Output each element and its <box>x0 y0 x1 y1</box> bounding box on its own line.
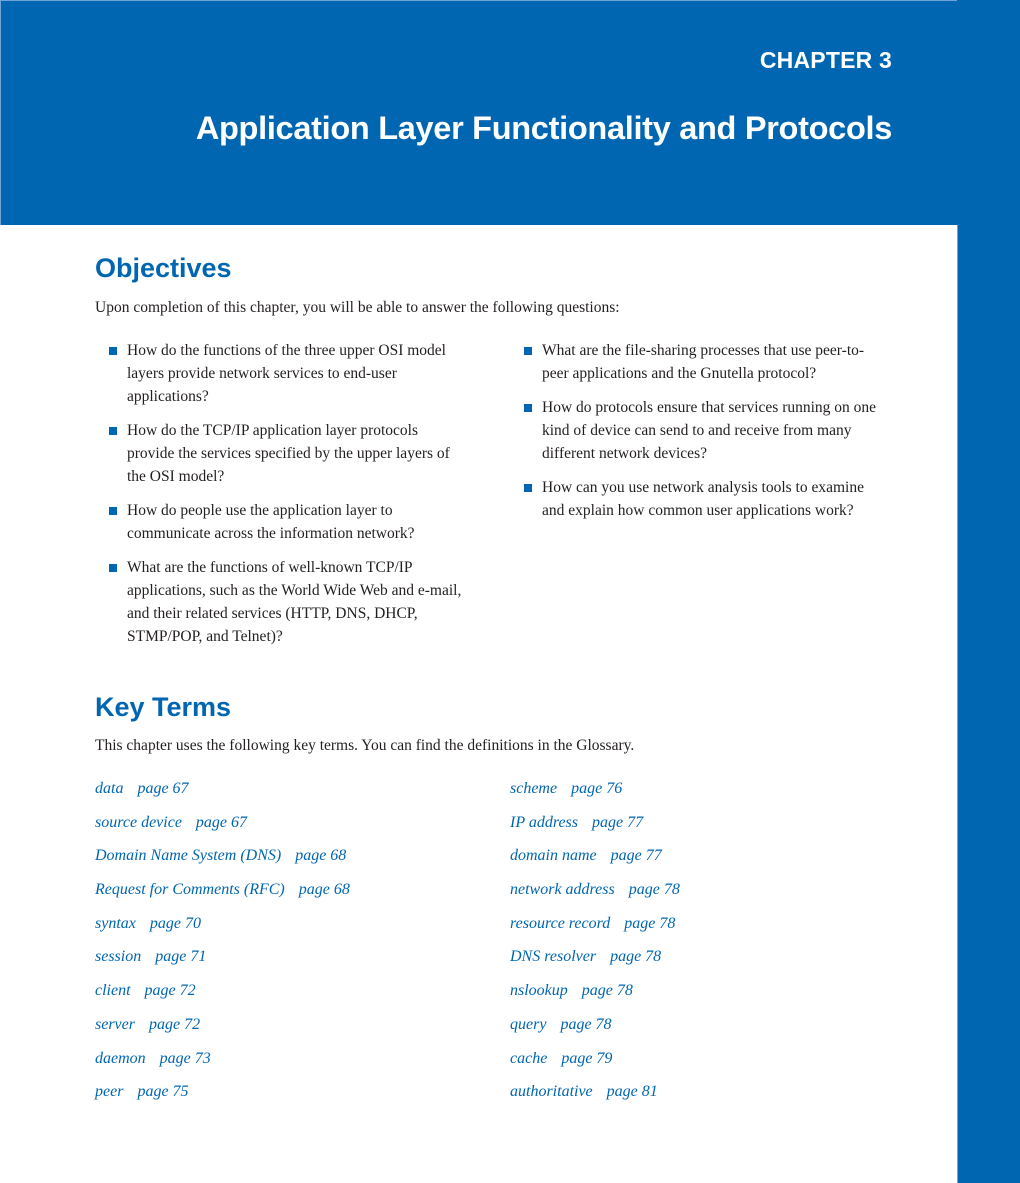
key-term-entry[interactable]: IP address page 77 <box>510 814 680 848</box>
key-term-entry[interactable]: Request for Comments (RFC) page 68 <box>95 881 350 915</box>
key-term-page[interactable]: page 71 <box>155 948 206 965</box>
key-term-name[interactable]: cache <box>510 1050 547 1067</box>
key-term-name[interactable]: IP address <box>510 814 578 831</box>
key-term-entry[interactable]: server page 72 <box>95 1016 350 1050</box>
square-bullet-icon <box>524 484 532 492</box>
key-term-page[interactable]: page 79 <box>561 1050 612 1067</box>
square-bullet-icon <box>109 347 117 355</box>
key-terms-intro: This chapter uses the following key term… <box>95 737 635 754</box>
square-bullet-icon <box>109 507 117 515</box>
objective-text: What are the functions of well-known TCP… <box>127 559 462 645</box>
key-term-page[interactable]: page 67 <box>137 780 188 797</box>
objectives-left-column: How do the functions of the three upper … <box>109 339 469 659</box>
key-term-page[interactable]: page 78 <box>624 915 675 932</box>
key-terms-right-column: scheme page 76 IP address page 77 domain n… <box>510 780 680 1117</box>
key-term-name[interactable]: peer <box>95 1083 123 1100</box>
key-term-page[interactable]: page 78 <box>610 948 661 965</box>
key-term-page[interactable]: page 73 <box>160 1050 211 1067</box>
objective-item: How do the functions of the three upper … <box>109 339 469 408</box>
key-term-page[interactable]: page 68 <box>299 881 350 898</box>
chapter-label: CHAPTER 3 <box>759 47 892 73</box>
key-term-name[interactable]: authoritative <box>510 1083 593 1100</box>
key-term-page[interactable]: page 76 <box>571 780 622 797</box>
key-term-name[interactable]: network address <box>510 881 615 898</box>
key-term-page[interactable]: page 72 <box>149 1016 200 1033</box>
key-term-entry[interactable]: daemon page 73 <box>95 1050 350 1084</box>
key-term-name[interactable]: nslookup <box>510 982 568 999</box>
side-stripe-top <box>957 0 1020 225</box>
key-term-name[interactable]: client <box>95 982 131 999</box>
objective-item: What are the functions of well-known TCP… <box>109 556 469 648</box>
square-bullet-icon <box>524 404 532 412</box>
key-term-name[interactable]: syntax <box>95 915 136 932</box>
key-term-name[interactable]: daemon <box>95 1050 146 1067</box>
key-terms-heading: Key Terms <box>95 692 232 722</box>
key-term-entry[interactable]: scheme page 76 <box>510 780 680 814</box>
key-term-name[interactable]: query <box>510 1016 546 1033</box>
key-term-name[interactable]: session <box>95 948 141 965</box>
key-term-page[interactable]: page 70 <box>150 915 201 932</box>
chapter-title: Application Layer Functionality and Prot… <box>195 110 892 146</box>
key-term-name[interactable]: resource record <box>510 915 610 932</box>
objective-item: How do the TCP/IP application layer prot… <box>109 419 469 488</box>
objective-item: How can you use network analysis tools t… <box>524 476 884 522</box>
key-term-page[interactable]: page 75 <box>137 1083 188 1100</box>
objective-text: What are the file-sharing processes that… <box>542 342 865 382</box>
key-term-name[interactable]: server <box>95 1016 135 1033</box>
key-term-page[interactable]: page 77 <box>592 814 643 831</box>
key-term-page[interactable]: page 78 <box>582 982 633 999</box>
objective-text: How do people use the application layer … <box>127 502 415 542</box>
objective-text: How do protocols ensure that services ru… <box>542 399 877 462</box>
key-term-entry[interactable]: data page 67 <box>95 780 350 814</box>
key-term-name[interactable]: domain name <box>510 847 597 864</box>
key-term-name[interactable]: data <box>95 780 123 797</box>
key-term-name[interactable]: source device <box>95 814 182 831</box>
key-term-entry[interactable]: source device page 67 <box>95 814 350 848</box>
key-term-entry[interactable]: cache page 79 <box>510 1050 680 1084</box>
key-term-page[interactable]: page 68 <box>295 847 346 864</box>
key-term-name[interactable]: scheme <box>510 780 557 797</box>
key-terms-left-column: data page 67 source device page 67 Domain … <box>95 780 350 1117</box>
key-term-page[interactable]: page 78 <box>560 1016 611 1033</box>
key-term-page[interactable]: page 77 <box>611 847 662 864</box>
key-term-entry[interactable]: network address page 78 <box>510 881 680 915</box>
key-term-entry[interactable]: syntax page 70 <box>95 915 350 949</box>
key-term-page[interactable]: page 81 <box>607 1083 658 1100</box>
square-bullet-icon <box>109 564 117 572</box>
key-term-entry[interactable]: nslookup page 78 <box>510 982 680 1016</box>
objective-item: What are the file-sharing processes that… <box>524 339 884 385</box>
objective-text: How do the TCP/IP application layer prot… <box>127 422 450 485</box>
key-term-entry[interactable]: authoritative page 81 <box>510 1083 680 1117</box>
objective-text: How can you use network analysis tools t… <box>542 479 864 519</box>
key-term-entry[interactable]: query page 78 <box>510 1016 680 1050</box>
key-term-entry[interactable]: domain name page 77 <box>510 847 680 881</box>
key-term-page[interactable]: page 78 <box>629 881 680 898</box>
key-term-page[interactable]: page 67 <box>196 814 247 831</box>
objective-item: How do protocols ensure that services ru… <box>524 396 884 465</box>
objectives-right-column: What are the file-sharing processes that… <box>524 339 884 533</box>
key-term-entry[interactable]: DNS resolver page 78 <box>510 948 680 982</box>
key-term-entry[interactable]: Domain Name System (DNS) page 68 <box>95 847 350 881</box>
key-term-entry[interactable]: session page 71 <box>95 948 350 982</box>
objective-text: How do the functions of the three upper … <box>127 342 446 405</box>
objectives-intro: Upon completion of this chapter, you wil… <box>95 299 620 316</box>
key-term-page[interactable]: page 72 <box>145 982 196 999</box>
key-term-entry[interactable]: resource record page 78 <box>510 915 680 949</box>
square-bullet-icon <box>109 427 117 435</box>
square-bullet-icon <box>524 347 532 355</box>
key-term-name[interactable]: Domain Name System (DNS) <box>95 847 281 864</box>
key-term-entry[interactable]: peer page 75 <box>95 1083 350 1117</box>
key-term-name[interactable]: DNS resolver <box>510 948 596 965</box>
key-term-entry[interactable]: client page 72 <box>95 982 350 1016</box>
objective-item: How do people use the application layer … <box>109 499 469 545</box>
objectives-heading: Objectives <box>95 253 232 283</box>
key-term-name[interactable]: Request for Comments (RFC) <box>95 881 285 898</box>
